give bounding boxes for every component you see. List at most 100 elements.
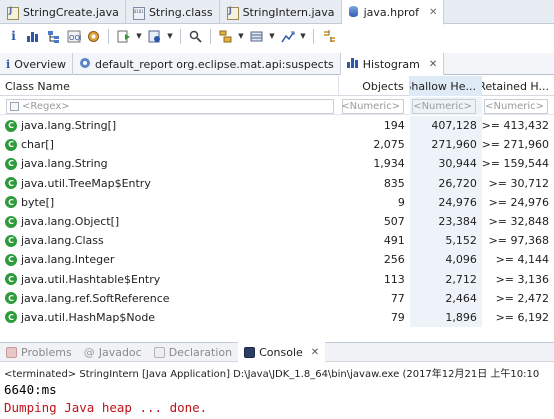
info-icon[interactable]: i (5, 28, 22, 45)
compare-icon[interactable] (320, 28, 337, 45)
class-name: java.util.Hashtable$Entry (21, 272, 161, 286)
tab-console[interactable]: Console ✕ (238, 342, 326, 362)
chevron-down-icon[interactable]: ▼ (135, 28, 143, 45)
class-icon: C (5, 177, 17, 190)
table-row[interactable]: Cchar[] 2,075 271,960 >= 271,960 (0, 135, 554, 155)
toolbar-separator (180, 28, 181, 44)
tab-stringcreate-java[interactable]: StringCreate.java (0, 0, 126, 24)
table-row[interactable]: Cjava.lang.String 1,934 30,944 >= 159,544 (0, 154, 554, 174)
column-header-class-name[interactable]: Class Name (0, 76, 340, 96)
tab-string-class[interactable]: String.class (126, 0, 220, 24)
chevron-down-icon[interactable]: ▼ (166, 28, 174, 45)
class-name: java.lang.Integer (21, 253, 115, 267)
table-row[interactable]: Cjava.lang.ref.SoftReference 77 2,464 >= 2,… (0, 288, 554, 308)
retained-filter-cell: <Numeric> (482, 97, 554, 115)
table-row[interactable]: Cjava.util.HashMap$Node 79 1,896 >= 6,192 (0, 307, 554, 328)
console-terminated-line: <terminated> StringIntern [Java Applicat… (4, 369, 540, 380)
table-row[interactable]: Cjava.util.TreeMap$Entry 835 26,720 >= 30,7… (0, 173, 554, 193)
heap-toolbar: i OQL ▼ ▼ ▼ ▼ ▼ (0, 25, 554, 47)
objects-cell: 1,934 (373, 157, 405, 171)
class-name-cell: Cchar[] (0, 135, 339, 154)
group-by-icon[interactable] (217, 28, 234, 45)
bottom-view-tab-bar: Problems @ Javadoc Declaration Console ✕ (0, 342, 554, 362)
objects-filter-input[interactable]: <Numeric> (341, 98, 405, 114)
heap-dump-icon (348, 5, 360, 19)
retained-heap-cell: >= 4,144 (495, 253, 549, 267)
objects-cell: 491 (383, 234, 405, 248)
objects-cell: 77 (390, 291, 405, 305)
problems-icon (6, 346, 17, 358)
class-name: java.lang.Object[] (21, 215, 120, 229)
tab-declaration[interactable]: Declaration (148, 342, 238, 362)
table-row[interactable]: Cjava.lang.Integer 256 4,096 >= 4,144 (0, 250, 554, 270)
shallow-heap-cell: 4,096 (409, 250, 482, 270)
editor-tab-bar: StringCreate.java String.class StringInt… (0, 0, 554, 25)
tab-label: Javadoc (98, 345, 142, 359)
oql-icon[interactable]: OQL (65, 28, 82, 45)
calculate-retained-icon[interactable] (248, 28, 265, 45)
class-icon: C (5, 253, 17, 266)
column-header-retained-heap[interactable]: Retained H... (482, 76, 554, 96)
shallow-heap-cell: 2,712 (409, 269, 482, 289)
tab-default-report[interactable]: default_report org.eclipse.mat.api:suspe… (73, 53, 341, 75)
tab-stringintern-java[interactable]: StringIntern.java (220, 0, 342, 24)
retained-filter-input[interactable]: <Numeric> (484, 98, 548, 114)
search-icon[interactable] (187, 28, 204, 45)
objects-cell: 256 (383, 253, 405, 267)
table-row[interactable]: Cjava.lang.Object[] 507 23,384 >= 32,848 (0, 211, 554, 232)
tab-java-hprof[interactable]: java.hprof ✕ (341, 0, 445, 25)
table-row[interactable]: Cjava.util.Hashtable$Entry 113 2,712 >= 3,1… (0, 269, 554, 289)
class-file-icon (132, 6, 145, 20)
table-row[interactable]: Cbyte[] 9 24,976 >= 24,976 (0, 192, 554, 212)
close-icon[interactable]: ✕ (311, 347, 319, 358)
class-name: java.lang.Class (21, 234, 104, 248)
histogram-icon[interactable] (25, 28, 42, 45)
shallow-heap-cell: 5,152 (409, 231, 482, 251)
class-name-cell: Cjava.lang.String[] (0, 116, 339, 135)
retained-heap-cell: >= 30,712 (488, 176, 549, 190)
class-icon: C (5, 215, 17, 228)
export-icon[interactable] (279, 28, 296, 45)
column-header-shallow-heap[interactable]: Shallow He... (409, 76, 482, 96)
retained-heap-cell: >= 159,544 (481, 157, 549, 171)
dominator-tree-icon[interactable] (45, 28, 62, 45)
class-name-cell: Cjava.util.Hashtable$Entry (0, 270, 339, 289)
objects-filter-cell: <Numeric> (340, 97, 410, 115)
class-name-cell: Cjava.util.HashMap$Node (0, 308, 339, 327)
class-name: java.util.HashMap$Node (21, 310, 156, 324)
tab-label: java.hprof (363, 5, 419, 19)
objects-cell: 194 (383, 119, 405, 133)
console-icon (244, 346, 256, 358)
table-row[interactable]: Cjava.lang.Class 491 5,152 >= 97,368 (0, 231, 554, 251)
gear-icon[interactable] (85, 28, 102, 45)
tab-label: Overview (14, 57, 66, 71)
query-browser-icon[interactable] (146, 28, 163, 45)
close-icon[interactable]: ✕ (429, 59, 437, 70)
retained-heap-cell: >= 2,472 (495, 291, 549, 305)
retained-heap-cell: >= 6,192 (495, 310, 549, 324)
tab-problems[interactable]: Problems (0, 342, 78, 362)
class-name: java.lang.String[] (21, 119, 117, 133)
column-header-objects[interactable]: Objects (339, 76, 410, 96)
tab-overview[interactable]: i Overview (0, 53, 73, 75)
table-row[interactable]: Cjava.lang.String[] 194 407,128 >= 413,432 (0, 116, 554, 136)
class-icon: C (5, 138, 17, 151)
close-icon[interactable]: ✕ (429, 7, 437, 18)
class-name-cell: Cjava.lang.ref.SoftReference (0, 289, 339, 308)
chevron-down-icon[interactable]: ▼ (268, 28, 276, 45)
shallow-filter-input[interactable]: <Numeric> (412, 98, 477, 114)
run-report-icon[interactable] (115, 28, 132, 45)
tab-javadoc[interactable]: @ Javadoc (78, 342, 148, 362)
shallow-heap-cell: 1,896 (409, 307, 482, 328)
class-name-cell: Cjava.lang.Integer (0, 250, 339, 269)
tab-histogram[interactable]: Histogram ✕ (340, 53, 445, 75)
regex-filter-input[interactable]: <Regex> (6, 98, 334, 114)
class-icon: C (5, 157, 17, 170)
retained-heap-cell: >= 32,848 (488, 215, 549, 229)
svg-text:OQL: OQL (69, 34, 81, 42)
retained-heap-cell: >= 24,976 (488, 195, 549, 209)
chevron-down-icon[interactable]: ▼ (237, 28, 245, 45)
class-name-filter-cell: <Regex> (0, 97, 340, 115)
chevron-down-icon[interactable]: ▼ (299, 28, 307, 45)
regex-filter-placeholder: <Regex> (22, 100, 70, 112)
